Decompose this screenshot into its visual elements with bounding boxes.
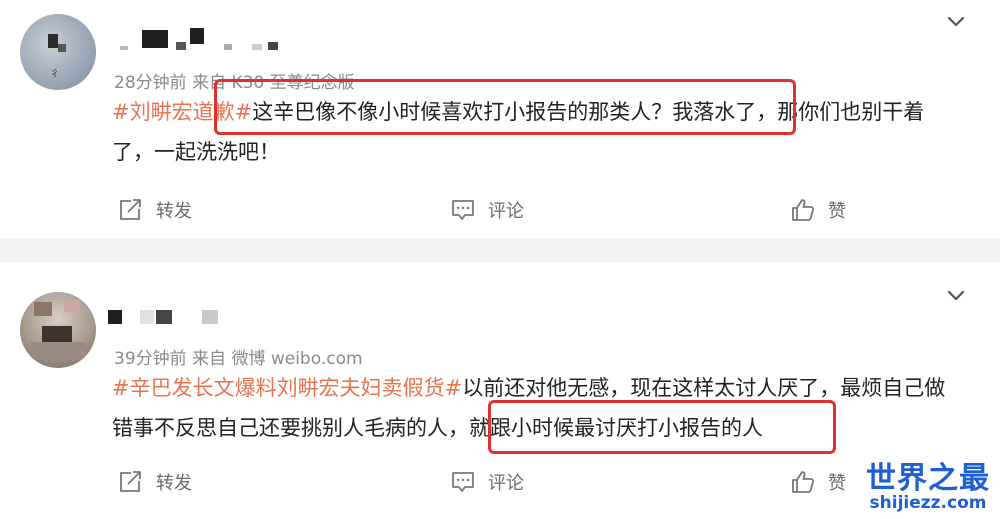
site-watermark: 世界之最 shijiezz.com bbox=[866, 453, 990, 513]
highlight-box bbox=[214, 79, 796, 135]
repost-button[interactable]: 转发 bbox=[118, 190, 192, 230]
repost-icon bbox=[120, 471, 141, 492]
comment-icon bbox=[452, 472, 474, 492]
avatar[interactable] bbox=[20, 292, 96, 368]
avatar-mark: 彳 bbox=[50, 69, 60, 80]
chevron-down-icon[interactable] bbox=[946, 12, 966, 32]
post-actions: 转发 评论 赞 bbox=[0, 190, 1000, 230]
like-button[interactable]: 赞 bbox=[790, 462, 846, 502]
post-card-2: 39分钟前 来自 微博 weibo.com #辛巴发长文爆料刘畊宏夫妇卖假货#以… bbox=[0, 262, 1000, 519]
comment-button[interactable]: 评论 bbox=[450, 190, 524, 230]
hashtag-link[interactable]: #辛巴发长文爆料刘畊宏夫妇卖假货# bbox=[112, 376, 462, 400]
highlight-box bbox=[488, 400, 836, 454]
like-icon bbox=[792, 471, 815, 493]
post-actions: 转发 评论 赞 bbox=[0, 462, 1000, 502]
avatar-pixel bbox=[34, 302, 52, 316]
like-button[interactable]: 赞 bbox=[790, 190, 846, 230]
like-label: 赞 bbox=[828, 201, 846, 222]
repost-label: 转发 bbox=[156, 473, 192, 494]
chevron-down-icon[interactable] bbox=[946, 286, 966, 306]
post-card-1: 彳 28分钟前 来自 K30 至尊纪念版 #刘畊宏道歉#这辛巴像不像小时候喜欢打… bbox=[0, 0, 1000, 238]
username-blurred[interactable] bbox=[112, 28, 292, 50]
repost-label: 转发 bbox=[156, 201, 192, 222]
comment-icon bbox=[452, 200, 474, 220]
username-blurred[interactable] bbox=[108, 310, 228, 324]
post-meta: 39分钟前 来自 微博 weibo.com bbox=[114, 349, 363, 369]
avatar-pixel bbox=[64, 300, 80, 312]
avatar-pixel bbox=[30, 342, 86, 360]
watermark-url: shijiezz.com bbox=[869, 493, 987, 513]
like-label: 赞 bbox=[828, 473, 846, 494]
avatar-pixel bbox=[58, 44, 66, 52]
comment-label: 评论 bbox=[488, 473, 524, 494]
like-icon bbox=[792, 199, 815, 221]
repost-icon bbox=[120, 199, 141, 220]
avatar-pixel bbox=[48, 34, 58, 48]
watermark-title: 世界之最 bbox=[866, 461, 990, 496]
comment-button[interactable]: 评论 bbox=[450, 462, 524, 502]
repost-button[interactable]: 转发 bbox=[118, 462, 192, 502]
avatar[interactable]: 彳 bbox=[20, 14, 96, 90]
comment-label: 评论 bbox=[488, 201, 524, 222]
